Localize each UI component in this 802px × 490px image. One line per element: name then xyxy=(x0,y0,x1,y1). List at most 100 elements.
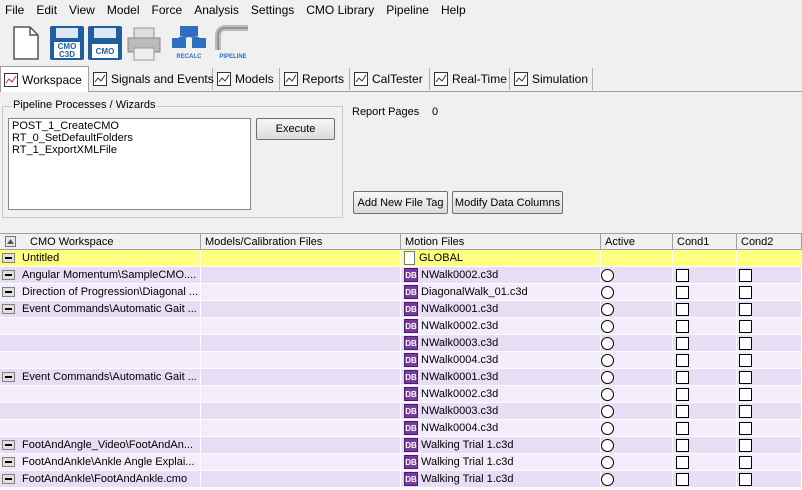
cond1-checkbox[interactable] xyxy=(676,337,689,350)
motion-file-cell[interactable]: DB NWalk0002.c3d xyxy=(401,267,601,284)
cond1-checkbox[interactable] xyxy=(676,422,689,435)
column-header-cond2[interactable]: Cond2 xyxy=(737,234,802,250)
column-header-cmo-workspace[interactable]: CMO Workspace xyxy=(0,234,201,250)
table-row[interactable]: Untitled GLOBAL xyxy=(0,250,802,267)
active-radio[interactable] xyxy=(601,405,614,418)
pipeline-icon[interactable]: PIPELINE xyxy=(214,24,252,62)
table-row[interactable]: FootAndAngle_Video\FootAndAn... DB Walking… xyxy=(0,437,802,454)
cond1-checkbox[interactable] xyxy=(676,269,689,282)
column-header-models-calibration-files[interactable]: Models/Calibration Files xyxy=(201,234,401,250)
modify-data-columns-button[interactable]: Modify Data Columns xyxy=(452,191,563,214)
cond2-checkbox[interactable] xyxy=(739,388,752,401)
table-row[interactable]: Event Commands\Automatic Gait ... DB NWalk… xyxy=(0,301,802,318)
cond2-checkbox[interactable] xyxy=(739,303,752,316)
sort-icon[interactable] xyxy=(5,236,16,247)
cond2-checkbox[interactable] xyxy=(739,354,752,367)
cond2-checkbox[interactable] xyxy=(739,337,752,350)
menu-model[interactable]: Model xyxy=(101,0,146,20)
cond2-checkbox[interactable] xyxy=(739,456,752,469)
tab-reports[interactable]: Reports xyxy=(281,68,350,90)
cond1-checkbox[interactable] xyxy=(676,320,689,333)
active-radio[interactable] xyxy=(601,473,614,486)
tab-caltester[interactable]: CalTester xyxy=(351,68,430,90)
menu-help[interactable]: Help xyxy=(435,0,472,20)
tab-workspace[interactable]: Workspace xyxy=(0,66,89,92)
motion-file-cell[interactable]: DB NWalk0002.c3d xyxy=(401,318,601,335)
print-icon[interactable] xyxy=(125,24,163,62)
menu-settings[interactable]: Settings xyxy=(245,0,300,20)
cond2-checkbox[interactable] xyxy=(739,269,752,282)
table-row[interactable]: Direction of Progression\Diagonal ... DB D… xyxy=(0,284,802,301)
cond2-checkbox[interactable] xyxy=(739,422,752,435)
cond1-checkbox[interactable] xyxy=(676,456,689,469)
menu-cmo-library[interactable]: CMO Library xyxy=(300,0,380,20)
cond1-checkbox[interactable] xyxy=(676,286,689,299)
save-cmo-icon[interactable]: CMO xyxy=(86,24,124,62)
column-header-active[interactable]: Active xyxy=(601,234,673,250)
active-radio[interactable] xyxy=(601,269,614,282)
cond2-checkbox[interactable] xyxy=(739,405,752,418)
active-radio[interactable] xyxy=(601,439,614,452)
motion-file-cell[interactable]: DB DiagonalWalk_01.c3d xyxy=(401,284,601,301)
motion-file-cell[interactable]: DB Walking Trial 1.c3d xyxy=(401,454,601,471)
motion-file-cell[interactable]: DB Walking Trial 1.c3d xyxy=(401,471,601,488)
tab-real-time[interactable]: Real-Time xyxy=(431,68,510,90)
table-row[interactable]: DB NWalk0003.c3d xyxy=(0,335,802,352)
menu-analysis[interactable]: Analysis xyxy=(188,0,245,20)
motion-file-cell[interactable]: DB NWalk0003.c3d xyxy=(401,403,601,420)
cond1-checkbox[interactable] xyxy=(676,439,689,452)
cond2-checkbox[interactable] xyxy=(739,286,752,299)
new-file-icon[interactable] xyxy=(6,24,44,62)
active-radio[interactable] xyxy=(601,456,614,469)
cond2-checkbox[interactable] xyxy=(739,439,752,452)
table-row[interactable]: FootAndAnkle\Ankle Angle Explai... DB Walk… xyxy=(0,454,802,471)
pipeline-item[interactable]: RT_1_ExportXMLFile xyxy=(12,144,247,156)
cond2-checkbox[interactable] xyxy=(739,320,752,333)
cond1-checkbox[interactable] xyxy=(676,388,689,401)
pipeline-item[interactable]: POST_1_CreateCMO xyxy=(12,120,247,132)
column-header-cond1[interactable]: Cond1 xyxy=(673,234,737,250)
tab-signals-and-events[interactable]: Signals and Events xyxy=(90,68,214,90)
motion-file-cell[interactable]: DB Walking Trial 1.c3d xyxy=(401,437,601,454)
cond1-checkbox[interactable] xyxy=(676,371,689,384)
table-row[interactable]: DB NWalk0002.c3d xyxy=(0,318,802,335)
active-radio[interactable] xyxy=(601,286,614,299)
table-row[interactable]: DB NWalk0002.c3d xyxy=(0,386,802,403)
table-row[interactable]: FootAndAnkle\FootAndAnkle.cmo DB Walking T… xyxy=(0,471,802,488)
active-radio[interactable] xyxy=(601,422,614,435)
cond1-checkbox[interactable] xyxy=(676,303,689,316)
execute-button[interactable]: Execute xyxy=(256,118,335,140)
menu-edit[interactable]: Edit xyxy=(30,0,63,20)
add-new-file-tag-button[interactable]: Add New File Tag xyxy=(353,191,448,214)
motion-file-cell[interactable]: DB NWalk0003.c3d xyxy=(401,335,601,352)
active-radio[interactable] xyxy=(601,320,614,333)
menu-force[interactable]: Force xyxy=(146,0,189,20)
motion-file-cell[interactable]: DB NWalk0004.c3d xyxy=(401,352,601,369)
menu-file[interactable]: File xyxy=(0,0,30,20)
cond1-checkbox[interactable] xyxy=(676,354,689,367)
active-radio[interactable] xyxy=(601,371,614,384)
motion-file-cell[interactable]: DB NWalk0002.c3d xyxy=(401,386,601,403)
table-row[interactable]: Angular Momentum\SampleCMO.... DB NWalk000… xyxy=(0,267,802,284)
recalc-icon[interactable]: RECALC xyxy=(170,24,208,62)
pipeline-list[interactable]: POST_1_CreateCMO RT_0_SetDefaultFolders RT… xyxy=(8,118,251,210)
menu-pipeline[interactable]: Pipeline xyxy=(380,0,435,20)
active-radio[interactable] xyxy=(601,354,614,367)
motion-file-cell[interactable]: DB NWalk0004.c3d xyxy=(401,420,601,437)
motion-file-cell[interactable]: GLOBAL xyxy=(401,250,601,267)
menu-view[interactable]: View xyxy=(63,0,101,20)
tab-models[interactable]: Models xyxy=(214,68,280,90)
pipeline-item[interactable]: RT_0_SetDefaultFolders xyxy=(12,132,247,144)
cond2-checkbox[interactable] xyxy=(739,371,752,384)
cond2-checkbox[interactable] xyxy=(739,473,752,486)
motion-file-cell[interactable]: DB NWalk0001.c3d xyxy=(401,369,601,386)
table-row[interactable]: DB NWalk0004.c3d xyxy=(0,420,802,437)
column-header-motion-files[interactable]: Motion Files xyxy=(401,234,601,250)
tab-simulation[interactable]: Simulation xyxy=(511,68,593,90)
motion-file-cell[interactable]: DB NWalk0001.c3d xyxy=(401,301,601,318)
active-radio[interactable] xyxy=(601,303,614,316)
active-radio[interactable] xyxy=(601,337,614,350)
table-row[interactable]: DB NWalk0004.c3d xyxy=(0,352,802,369)
table-row[interactable]: DB NWalk0003.c3d xyxy=(0,403,802,420)
active-radio[interactable] xyxy=(601,388,614,401)
